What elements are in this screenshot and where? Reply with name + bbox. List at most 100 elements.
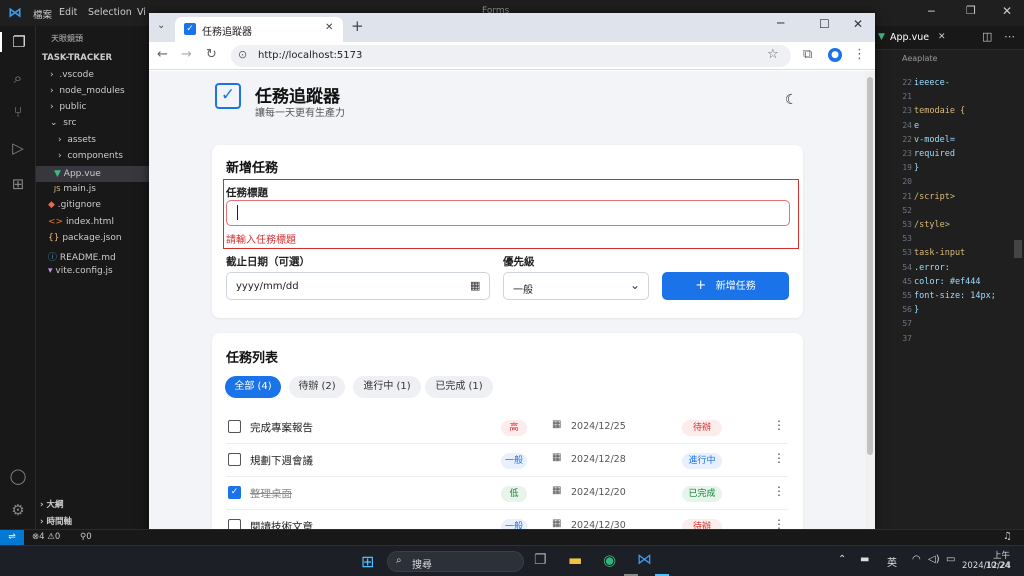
browser-tab[interactable]: ✓ 任務追蹤器 ✕ [175,17,343,42]
remote-icon[interactable]: ⇌ [0,530,24,545]
volume-icon[interactable]: ◁) [928,554,940,565]
wifi-icon[interactable]: ◠ [912,554,921,565]
more-actions-icon[interactable]: ⋯ [1004,30,1015,43]
menu-view[interactable]: Vi [137,7,146,18]
new-tab-icon[interactable]: + [351,17,364,35]
file-index-html[interactable]: <> index.html [48,217,114,227]
minimize-icon[interactable]: ─ [777,16,784,30]
folder-vscode[interactable]: › .vscode [50,70,94,80]
search-icon[interactable]: ⌕ [8,68,28,88]
maximize-icon[interactable]: ☐ [819,17,830,31]
taskbar-search[interactable]: ⌕ 搜尋 [387,551,524,572]
task-checkbox[interactable] [228,420,241,433]
file-app-vue[interactable]: ▼ App.vue [36,166,149,182]
folder-assets[interactable]: › assets [58,135,96,145]
page-scrollbar-thumb[interactable] [867,77,873,455]
menu-edit[interactable]: Edit [59,7,77,18]
profile-avatar-icon[interactable]: ● [828,48,842,62]
task-title[interactable]: 完成專案報告 [250,420,313,435]
task-title[interactable]: 整理桌面 [250,486,292,501]
editor-tab-app-vue[interactable]: App.vue [890,32,929,43]
task-more-icon[interactable]: ⋮ [773,484,785,498]
file-vite-config[interactable]: ▾ vite.config.js [48,266,113,276]
filter-todo[interactable]: 待辦 (2) [289,376,345,398]
filter-in-progress[interactable]: 進行中 (1) [353,376,421,398]
tab-close-icon[interactable]: ✕ [938,32,946,42]
editor-scrollbar[interactable] [1014,240,1022,258]
battery-icon[interactable]: ▭ [946,554,955,565]
status-badge[interactable]: 進行中 [682,453,722,469]
timeline-section[interactable]: › 時間軸 [40,515,72,527]
task-checkbox[interactable]: ✓ [228,486,241,499]
js-file-icon: JS [54,185,61,193]
calendar-icon[interactable]: ▦ [470,279,480,292]
task-more-icon[interactable]: ⋮ [773,418,785,432]
folder-node-modules[interactable]: › node_modules [50,86,125,96]
extensions-icon[interactable]: ⊞ [8,174,28,194]
folder-src[interactable]: ⌄ src [50,118,76,128]
close-icon[interactable]: ✕ [853,17,863,31]
problems-indicator[interactable]: ⊗4 ⚠0 [32,532,60,542]
filter-all[interactable]: 全部 (4) [225,376,281,398]
tab-close-icon[interactable]: ✕ [325,22,333,33]
minimize-icon[interactable]: ─ [928,5,935,18]
status-badge[interactable]: 已完成 [682,486,722,502]
dark-mode-moon-icon[interactable]: ☾ [785,92,798,108]
task-view-icon[interactable]: ❐ [534,552,547,568]
menu-selection[interactable]: Selection [88,7,132,18]
task-checkbox[interactable] [228,453,241,466]
task-more-icon[interactable]: ⋮ [773,451,785,465]
split-editor-icon[interactable]: ◫ [982,30,992,43]
file-main-js[interactable]: JS main.js [54,184,96,194]
filter-done[interactable]: 已完成 (1) [425,376,493,398]
extensions-icon[interactable]: ⧉ [803,47,812,62]
explorer-icon[interactable]: ❐ [0,32,36,52]
ports-indicator[interactable]: ⚲0 [80,532,92,542]
url-text[interactable]: http://localhost:5173 [258,50,362,61]
due-date-input[interactable]: yyyy/mm/dd ▦ [226,272,490,300]
favicon-check-icon: ✓ [184,23,196,35]
app-logo-check-icon: ✓ [215,83,241,109]
vscode-taskbar-icon[interactable]: ⋈ [637,550,652,568]
windows-start-icon[interactable]: ⊞ [361,552,374,571]
outline-section[interactable]: › 大綱 [40,498,63,510]
add-task-button[interactable]: + 新增任務 [662,272,789,300]
tab-search-icon[interactable]: ⌄ [157,20,165,31]
priority-select[interactable]: 一般 ⌄ [503,272,649,300]
file-readme[interactable]: ⓘ README.md [48,250,116,263]
reload-icon[interactable]: ↻ [206,47,217,62]
page-scrollbar-track[interactable] [865,71,875,531]
account-icon[interactable]: ◯ [8,466,28,486]
close-icon[interactable]: ✕ [1002,4,1012,18]
project-root[interactable]: TASK-TRACKER [42,53,112,63]
back-icon[interactable]: ← [157,47,168,62]
task-title[interactable]: 規劃下週會議 [250,453,313,468]
chrome-menu-icon[interactable]: ⋮ [853,47,866,62]
task-title-input[interactable] [226,200,790,226]
forward-icon[interactable]: → [181,47,192,62]
source-control-icon[interactable]: ⑂ [8,102,28,122]
restore-icon[interactable]: ❐ [966,4,976,17]
site-info-icon[interactable]: ⊙ [238,48,247,61]
menu-file[interactable]: 檔案 [33,7,52,21]
tray-app-icon[interactable]: ▬ [860,554,869,565]
code-editor[interactable]: ▼ App.vue ✕ ◫ ⋯ Aeaplate 22 ieeece- 21 23 te… [874,26,1024,529]
run-debug-icon[interactable]: ▷ [8,138,28,158]
due-date-placeholder: yyyy/mm/dd [236,281,299,292]
file-gitignore[interactable]: ◆ .gitignore [48,200,101,210]
settings-gear-icon[interactable]: ⚙ [8,500,28,520]
file-explorer-icon[interactable]: ▬ [568,551,582,569]
notifications-bell-icon[interactable]: ♫ [1003,531,1012,542]
input-language[interactable]: 英 [887,554,897,569]
task-row: 規劃下週會議 一般 ▦ 2024/12/28 進行中 ⋮ [226,444,788,477]
edge-browser-icon[interactable]: ◉ [603,551,616,569]
address-bar[interactable]: ⊙ http://localhost:5173 ☆ [231,45,791,67]
bookmark-star-icon[interactable]: ☆ [767,47,779,62]
status-badge[interactable]: 待辦 [682,420,722,436]
file-package-json[interactable]: {} package.json [48,233,122,243]
folder-public[interactable]: › public [50,102,86,112]
task-row: 完成專案報告 高 ▦ 2024/12/25 待辦 ⋮ [226,411,788,444]
tray-chevron-up-icon[interactable]: ⌃ [838,554,846,565]
clock-date[interactable]: 2024/12/24 [962,561,1011,571]
folder-components[interactable]: › components [58,151,123,161]
